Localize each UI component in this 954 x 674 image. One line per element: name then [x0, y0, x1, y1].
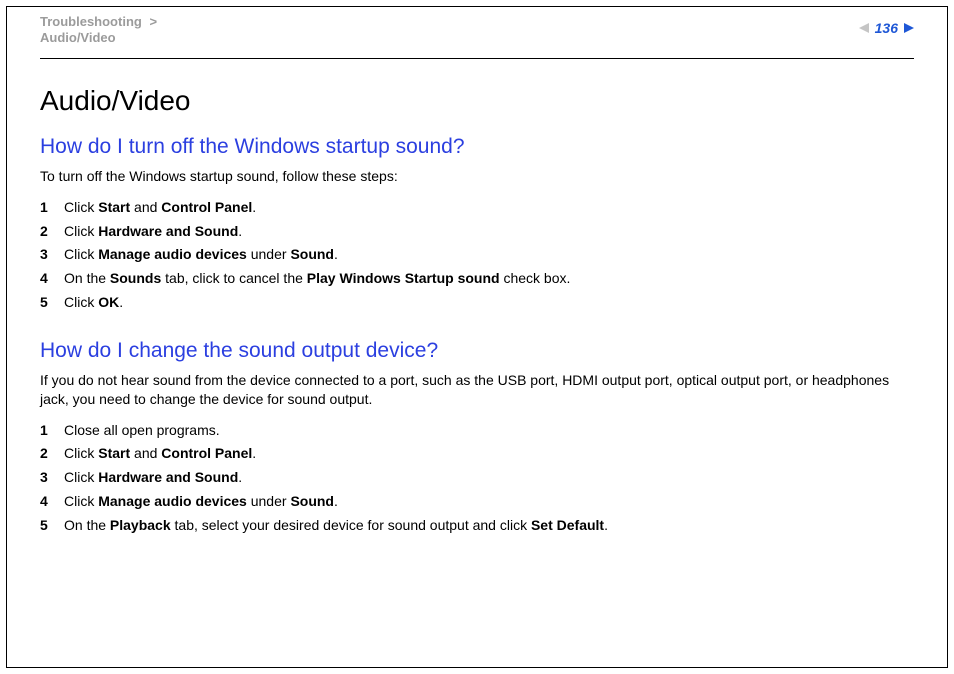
section-heading: How do I change the sound output device?	[40, 339, 914, 363]
list-item: 4 Click Manage audio devices under Sound…	[40, 490, 914, 514]
step-text: Click Manage audio devices under Sound.	[64, 243, 338, 267]
step-number: 4	[40, 490, 64, 514]
list-item: 1 Click Start and Control Panel.	[40, 196, 914, 220]
next-page-icon[interactable]	[904, 23, 914, 33]
section-intro: To turn off the Windows startup sound, f…	[40, 167, 914, 186]
section-heading: How do I turn off the Windows startup so…	[40, 135, 914, 159]
step-number: 5	[40, 514, 64, 538]
breadcrumb-separator: >	[145, 14, 161, 29]
list-item: 1 Close all open programs.	[40, 419, 914, 443]
step-text: Click Manage audio devices under Sound.	[64, 490, 338, 514]
step-number: 2	[40, 220, 64, 244]
step-number: 5	[40, 291, 64, 315]
step-text: Click Start and Control Panel.	[64, 442, 256, 466]
page-number: 136	[875, 20, 898, 36]
breadcrumb-child: Audio/Video	[40, 30, 116, 45]
list-item: 3 Click Hardware and Sound.	[40, 466, 914, 490]
header-divider	[40, 58, 914, 59]
page-title: Audio/Video	[40, 85, 914, 117]
page-content: Audio/Video How do I turn off the Window…	[40, 75, 914, 538]
page-header: Troubleshooting > Audio/Video 136	[40, 14, 914, 52]
list-item: 2 Click Hardware and Sound.	[40, 220, 914, 244]
step-text: Click OK.	[64, 291, 123, 315]
prev-page-icon[interactable]	[859, 23, 869, 33]
step-text: Click Hardware and Sound.	[64, 220, 242, 244]
step-text: Click Hardware and Sound.	[64, 466, 242, 490]
breadcrumb-parent: Troubleshooting	[40, 14, 142, 29]
step-number: 4	[40, 267, 64, 291]
breadcrumb: Troubleshooting > Audio/Video	[40, 14, 914, 46]
list-item: 3 Click Manage audio devices under Sound…	[40, 243, 914, 267]
step-number: 1	[40, 419, 64, 443]
step-list: 1 Close all open programs. 2 Click Start…	[40, 419, 914, 538]
list-item: 5 On the Playback tab, select your desir…	[40, 514, 914, 538]
list-item: 5 Click OK.	[40, 291, 914, 315]
list-item: 2 Click Start and Control Panel.	[40, 442, 914, 466]
step-number: 2	[40, 442, 64, 466]
step-text: On the Playback tab, select your desired…	[64, 514, 608, 538]
step-number: 1	[40, 196, 64, 220]
step-number: 3	[40, 243, 64, 267]
step-text: Click Start and Control Panel.	[64, 196, 256, 220]
step-text: Close all open programs.	[64, 419, 220, 443]
step-text: On the Sounds tab, click to cancel the P…	[64, 267, 570, 291]
section-intro: If you do not hear sound from the device…	[40, 371, 914, 409]
step-list: 1 Click Start and Control Panel. 2 Click…	[40, 196, 914, 315]
step-number: 3	[40, 466, 64, 490]
page-number-nav: 136	[859, 20, 914, 36]
list-item: 4 On the Sounds tab, click to cancel the…	[40, 267, 914, 291]
